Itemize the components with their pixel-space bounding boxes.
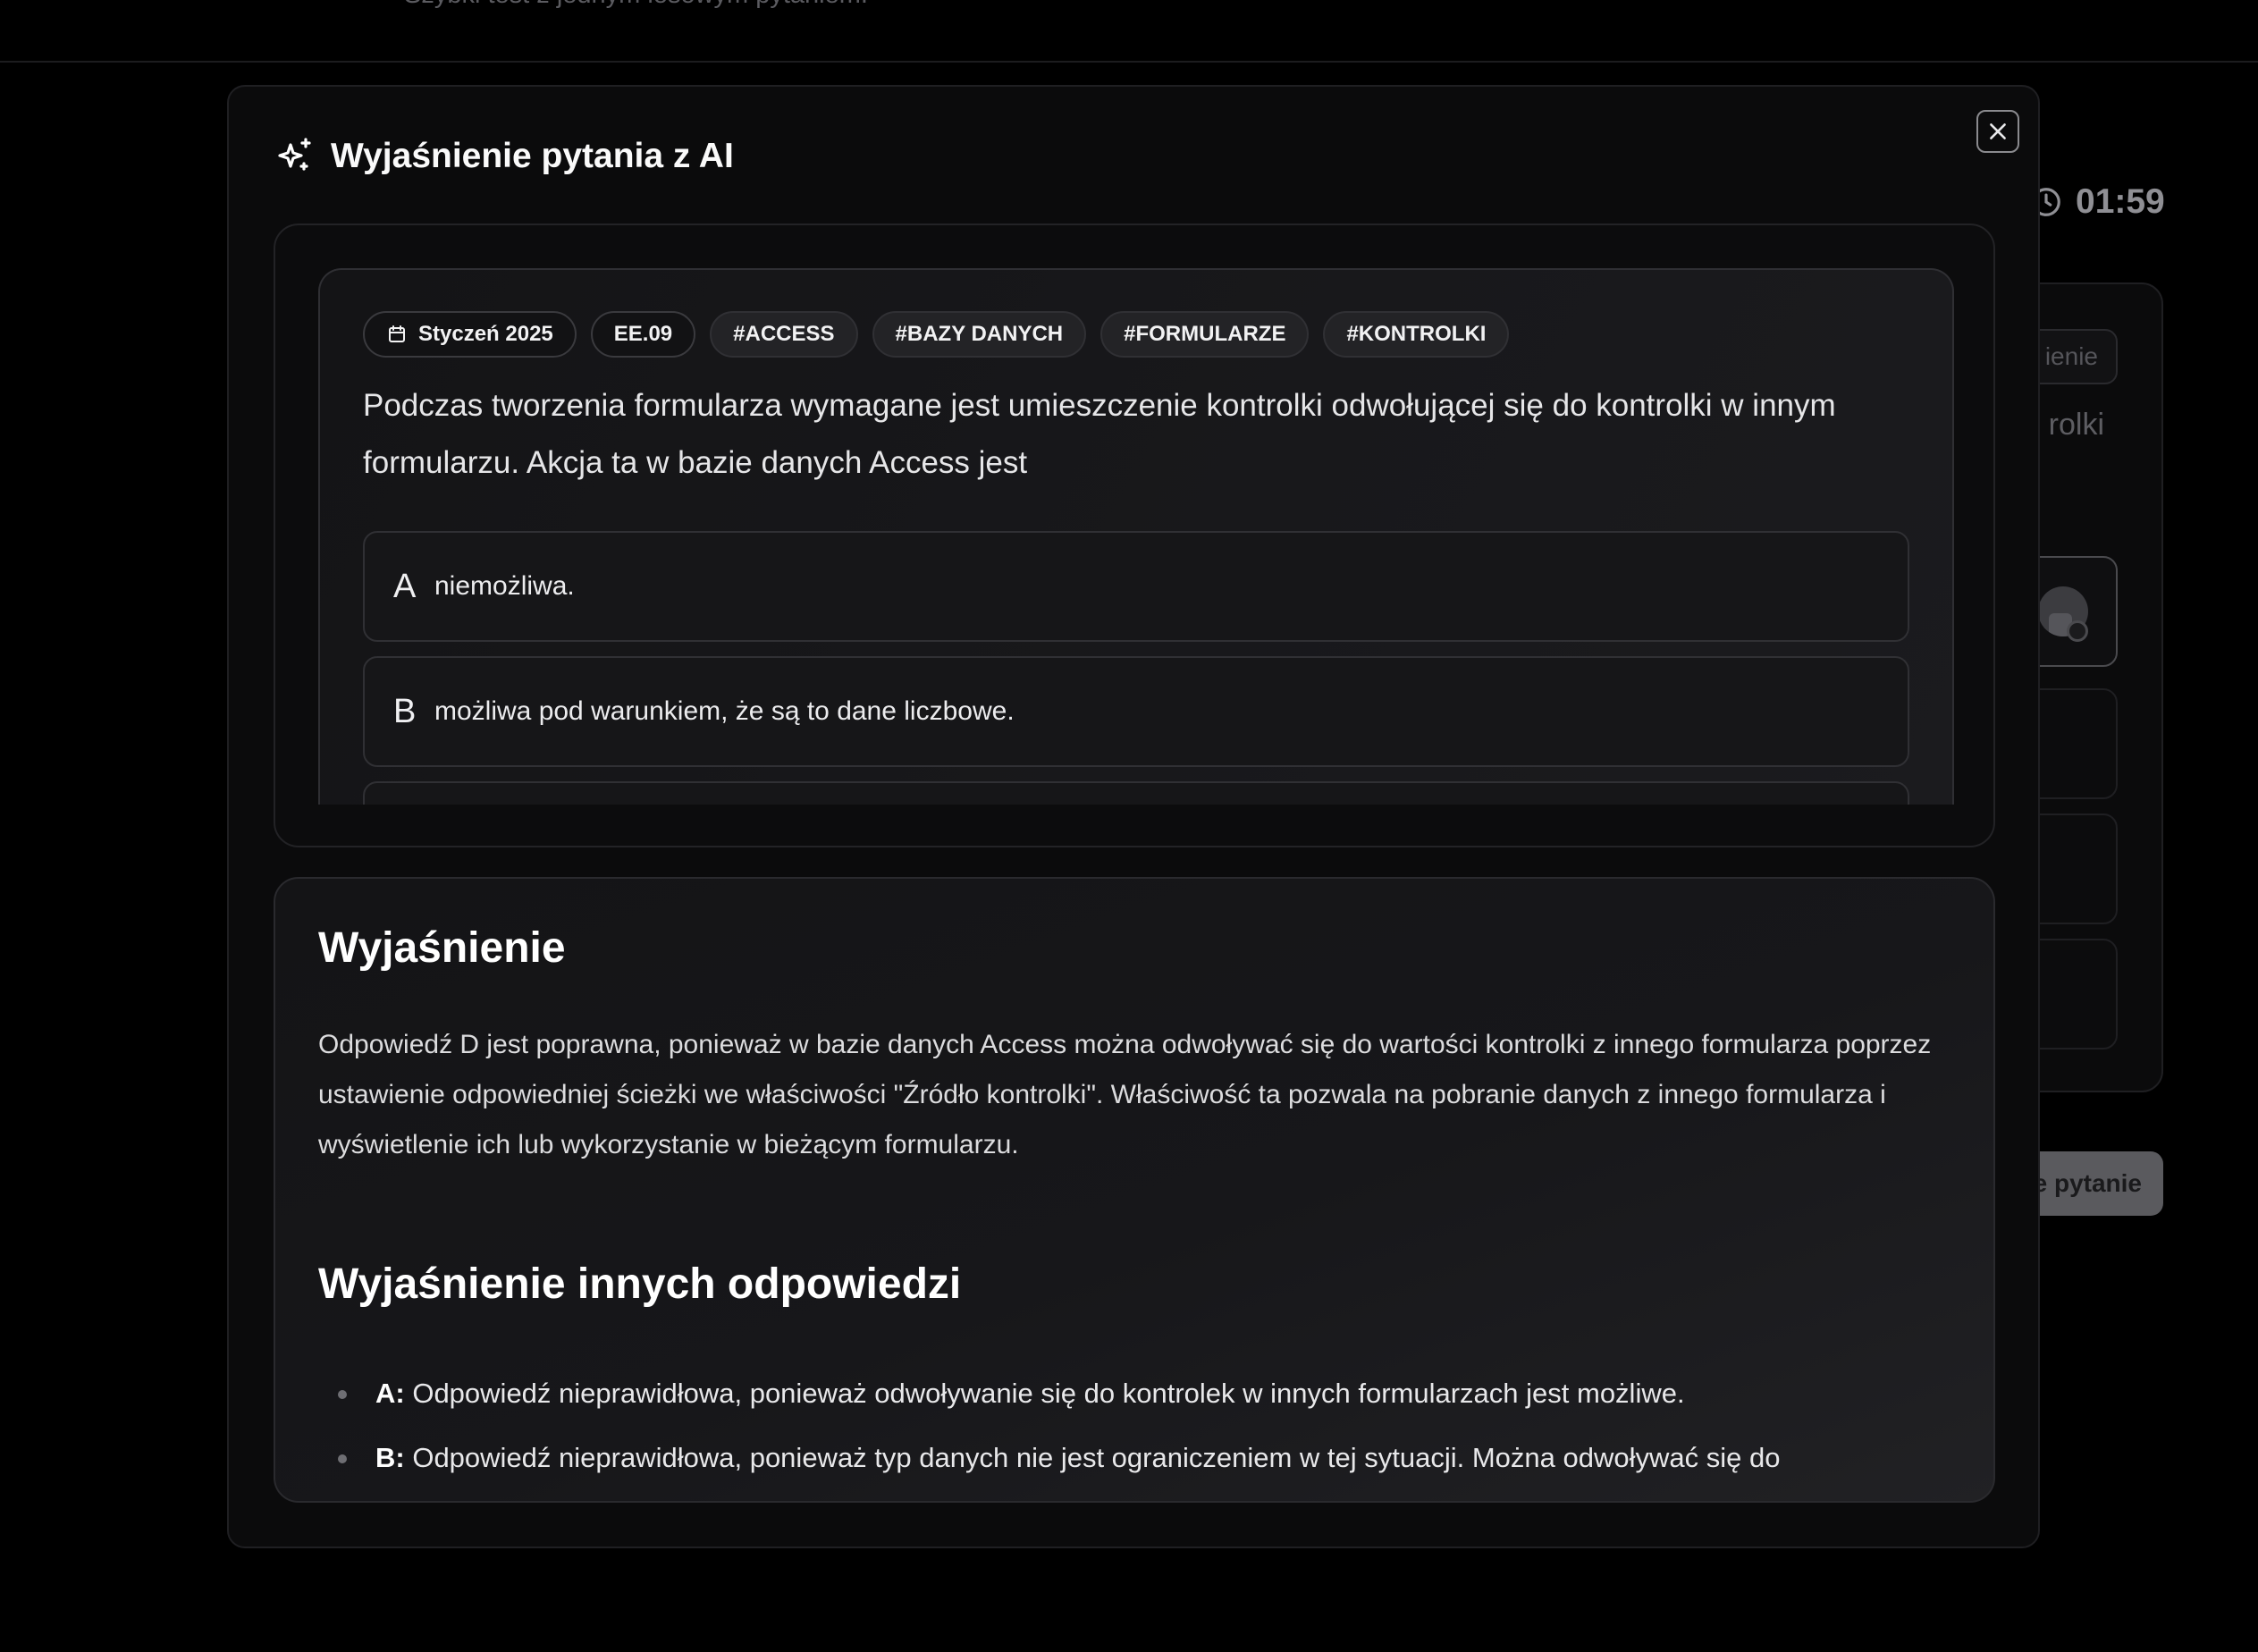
tag-label: #FORMULARZE [1124, 322, 1286, 346]
other-answers-heading: Wyjaśnienie innych odpowiedzi [318, 1260, 962, 1308]
tag-label: Styczeń 2025 [418, 322, 553, 346]
close-button[interactable] [1976, 110, 2019, 153]
tag-date[interactable]: Styczeń 2025 [363, 311, 577, 358]
tag-access[interactable]: #ACCESS [710, 311, 858, 358]
question-card: Styczeń 2025 EE.09 #ACCESS #BAZY DANYCH … [318, 268, 1954, 805]
answer-letter: A: [375, 1378, 405, 1409]
answer-option-c[interactable] [363, 781, 1909, 805]
app-root: Szybki test z jednym losowym pytaniem. 0… [0, 0, 2258, 1652]
option-text: niemożliwa. [434, 571, 575, 601]
list-item: A: Odpowiedź nieprawidłowa, ponieważ odw… [318, 1361, 1954, 1426]
option-letter: A [393, 567, 417, 605]
tag-label: EE.09 [613, 322, 673, 346]
explanation-panel: Wyjaśnienie Odpowiedź D jest poprawna, p… [274, 877, 1995, 1503]
answer-explanation: Odpowiedź nieprawidłowa, ponieważ typ da… [404, 1442, 1781, 1473]
ai-explanation-modal: Wyjaśnienie pytania z AI Styczeń 2025 EE… [227, 85, 2040, 1548]
tag-label: #BAZY DANYCH [895, 322, 1064, 346]
tag-label: #KONTROLKI [1346, 322, 1487, 346]
question-text: Podczas tworzenia formularza wymagane je… [363, 388, 1836, 480]
page-header: Szybki test z jednym losowym pytaniem. [0, 0, 2258, 63]
modal-header: Wyjaśnienie pytania z AI [274, 131, 734, 181]
answer-explanation: Odpowiedź nieprawidłowa, ponieważ odwoły… [404, 1378, 1685, 1409]
explanation-text: Odpowiedź D jest poprawna, ponieważ w ba… [318, 1030, 1932, 1159]
tag-label: #ACCESS [733, 322, 835, 346]
option-letter: B [393, 692, 417, 730]
sparkles-icon [278, 138, 311, 171]
option-text: możliwa pod warunkiem, że są to dane lic… [434, 696, 1015, 726]
answer-option-b[interactable]: B możliwa pod warunkiem, że są to dane l… [363, 656, 1909, 767]
calendar-icon [389, 325, 405, 342]
tag-list: Styczeń 2025 EE.09 #ACCESS #BAZY DANYCH … [363, 311, 1510, 358]
other-answers-list: A: Odpowiedź nieprawidłowa, ponieważ odw… [318, 1361, 1954, 1490]
tag-controls[interactable]: #KONTROLKI [1323, 311, 1510, 358]
tag-exam[interactable]: EE.09 [590, 311, 696, 358]
status-dot [2067, 620, 2088, 642]
explanation-heading: Wyjaśnienie [318, 924, 566, 972]
question-panel: Styczeń 2025 EE.09 #ACCESS #BAZY DANYCH … [274, 223, 1995, 847]
answer-letter: B: [375, 1442, 405, 1473]
tag-databases[interactable]: #BAZY DANYCH [872, 311, 1087, 358]
timer-value: 01:59 [2076, 182, 2165, 221]
list-item: B: Odpowiedź nieprawidłowa, ponieważ typ… [318, 1426, 1954, 1490]
answer-option-a[interactable]: A niemożliwa. [363, 531, 1909, 642]
close-icon [1990, 123, 2006, 139]
page-subtitle: Szybki test z jednym losowym pytaniem. [404, 0, 868, 10]
tag-forms[interactable]: #FORMULARZE [1100, 311, 1310, 358]
timer: 01:59 [2029, 180, 2165, 224]
modal-title: Wyjaśnienie pytania z AI [331, 137, 734, 175]
